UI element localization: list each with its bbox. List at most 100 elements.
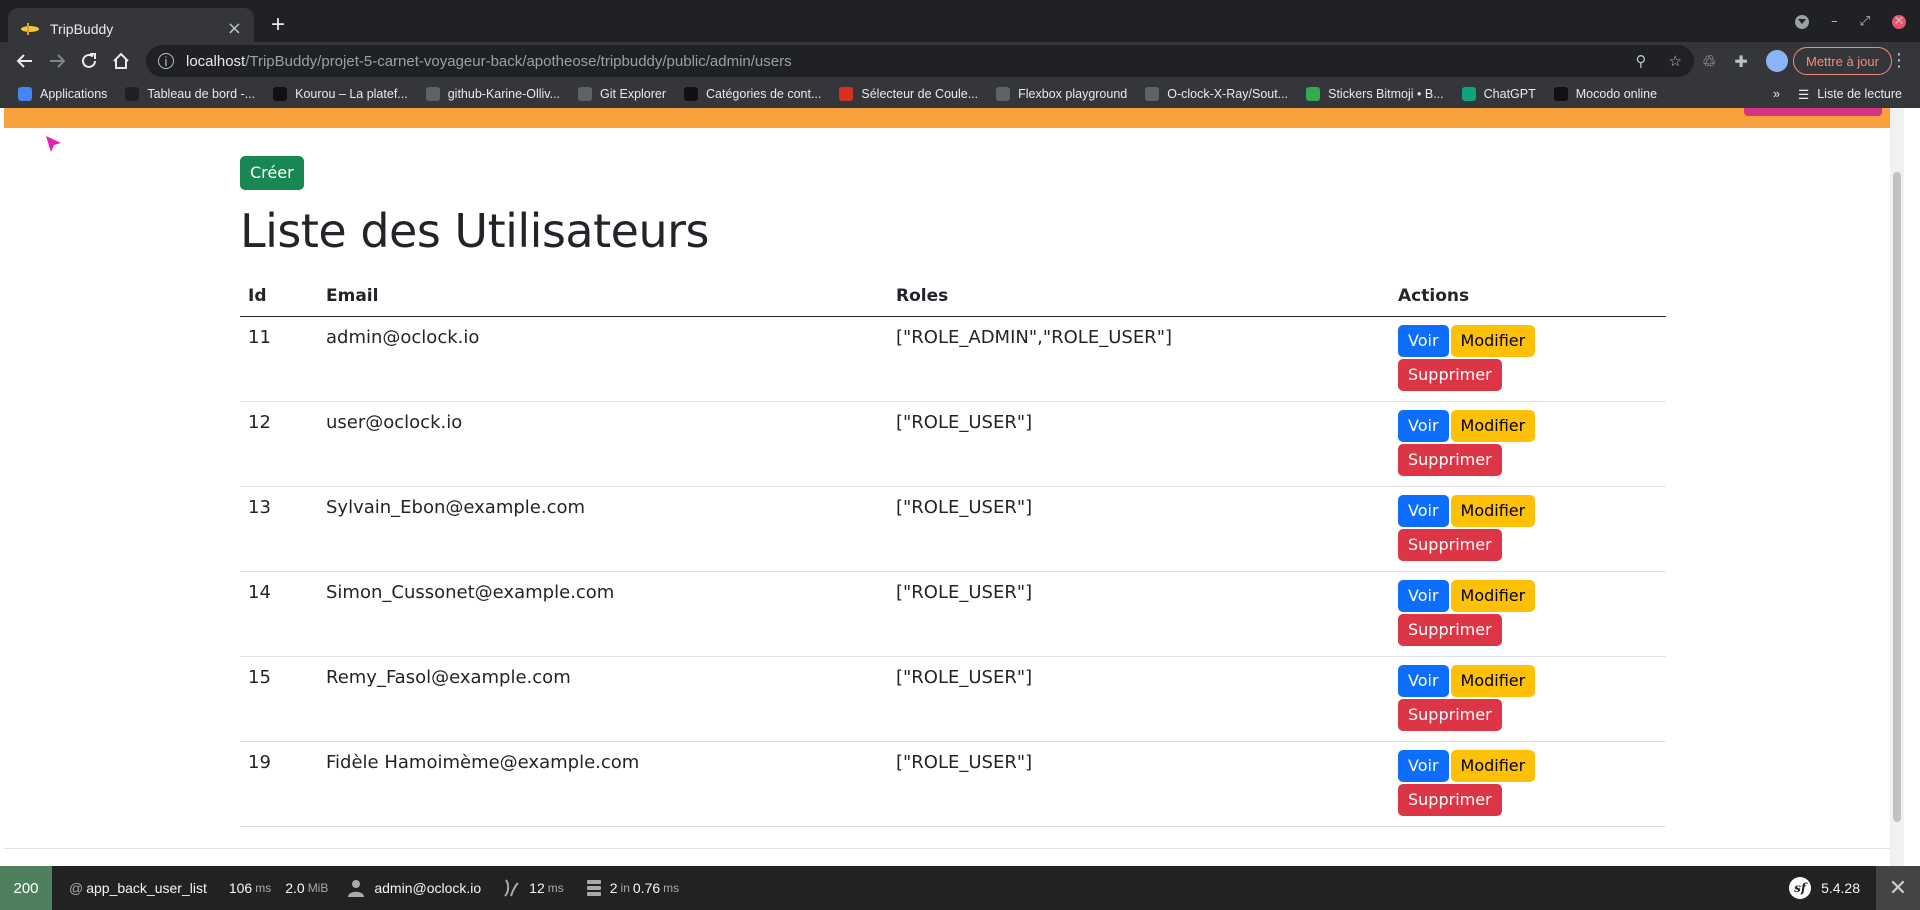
- cell-id: 15: [240, 656, 318, 742]
- reload-icon[interactable]: [78, 50, 100, 72]
- view-button[interactable]: Voir: [1398, 665, 1449, 697]
- forward-icon[interactable]: [46, 50, 68, 72]
- route-prefix: @: [69, 880, 84, 896]
- symfony-debug-toolbar: 200 @ app_back_user_list 106 ms 2.0 MiB …: [0, 866, 1920, 910]
- bookmark-item[interactable]: Git Explorer: [578, 87, 666, 101]
- route-item[interactable]: @ app_back_user_list: [66, 880, 207, 896]
- users-table: Id Email Roles Actions 11 admin@oclock.io…: [240, 286, 1666, 827]
- cell-email: Fidèle Hamoimème@example.com: [318, 741, 888, 827]
- user-icon: [348, 880, 365, 897]
- reading-list-icon: ☰: [1798, 87, 1810, 102]
- view-button[interactable]: Voir: [1398, 580, 1449, 612]
- bookmark-label: Applications: [40, 87, 108, 101]
- toolbar-close-icon[interactable]: ✕: [1876, 866, 1920, 910]
- url-path: /TripBuddy/projet-5-carnet-voyageur-back…: [245, 52, 792, 70]
- browser-menu-icon[interactable]: ⋮: [1890, 50, 1908, 71]
- status-code-badge[interactable]: 200: [0, 866, 52, 910]
- bookmark-item[interactable]: ChatGPT: [1461, 87, 1536, 101]
- recycle-extension-icon[interactable]: ♲: [1702, 52, 1716, 71]
- scrollbar-thumb[interactable]: [1893, 172, 1901, 822]
- chatgpt-icon: [1461, 87, 1476, 101]
- twig-item[interactable]: 12 ms: [503, 878, 564, 898]
- delete-button[interactable]: Supprimer: [1398, 614, 1502, 646]
- edit-button[interactable]: Modifier: [1450, 750, 1536, 782]
- page-scrollbar[interactable]: [1890, 108, 1904, 866]
- dark-circle-icon: [273, 87, 288, 101]
- edit-button[interactable]: Modifier: [1450, 580, 1536, 612]
- site-info-icon[interactable]: i: [158, 53, 174, 69]
- browser-navbar: i localhost/TripBuddy/projet-5-carnet-vo…: [0, 42, 1920, 80]
- bookmark-item[interactable]: Stickers Bitmoji • B...: [1306, 87, 1444, 101]
- delete-button[interactable]: Supprimer: [1398, 529, 1502, 561]
- extensions-area: ♲ ✚: [1702, 50, 1788, 72]
- cell-email: user@oclock.io: [318, 401, 888, 487]
- tab-title: TripBuddy: [50, 21, 114, 37]
- bookmark-label: Mocodo online: [1575, 87, 1658, 101]
- update-button[interactable]: Mettre à jour: [1793, 47, 1892, 75]
- db-time: 0.76: [632, 880, 661, 896]
- tab-search-icon[interactable]: [1795, 14, 1810, 29]
- minimize-icon[interactable]: –: [1831, 14, 1838, 29]
- bookmark-item[interactable]: Kourou – La platef...: [273, 87, 408, 101]
- s-icon: [125, 87, 140, 101]
- bookmark-item[interactable]: Flexbox playground: [996, 87, 1127, 101]
- delete-button[interactable]: Supprimer: [1398, 784, 1502, 816]
- new-tab-button[interactable]: +: [264, 12, 292, 38]
- route-name: app_back_user_list: [86, 880, 207, 896]
- bookmark-label: O-clock-X-Ray/Sout...: [1167, 87, 1289, 101]
- memory-unit: MiB: [307, 881, 329, 895]
- maximize-icon[interactable]: ⤢: [1860, 14, 1870, 29]
- edit-button[interactable]: Modifier: [1450, 325, 1536, 357]
- time-unit: ms: [255, 881, 272, 895]
- edit-button[interactable]: Modifier: [1450, 495, 1536, 527]
- bookmark-item[interactable]: Catégories de cont...: [684, 87, 821, 101]
- page-viewport: Créer Liste des Utilisateurs Id Email Ro…: [4, 108, 1904, 866]
- apps-grid-icon: [18, 87, 32, 101]
- bookmark-star-icon[interactable]: ☆: [1669, 52, 1682, 70]
- cell-id: 12: [240, 401, 318, 487]
- bookmark-item[interactable]: Mocodo online: [1553, 87, 1658, 101]
- bookmark-item[interactable]: github-Karine-Olliv...: [425, 87, 561, 101]
- memory-item[interactable]: 2.0 MiB: [285, 880, 328, 896]
- bookmark-item[interactable]: Applications: [18, 87, 107, 101]
- back-icon[interactable]: [14, 50, 36, 72]
- view-button[interactable]: Voir: [1398, 410, 1449, 442]
- window-close-icon[interactable]: ✕: [1892, 14, 1906, 29]
- edit-button[interactable]: Modifier: [1450, 665, 1536, 697]
- reading-list[interactable]: ☰ Liste de lecture: [1798, 87, 1902, 102]
- table-header-row: Id Email Roles Actions: [240, 286, 1666, 317]
- zoom-icon[interactable]: ⚲: [1636, 52, 1647, 70]
- delete-button[interactable]: Supprimer: [1398, 699, 1502, 731]
- twig-icon: [504, 879, 519, 897]
- db-unit: ms: [663, 881, 680, 895]
- tab-close-icon[interactable]: ×: [227, 20, 242, 38]
- bookmark-item[interactable]: O-clock-X-Ray/Sout...: [1145, 87, 1288, 101]
- create-button[interactable]: Créer: [240, 156, 304, 190]
- user-item[interactable]: admin@oclock.io: [348, 879, 481, 897]
- tripbuddy-favicon-icon: [21, 23, 39, 35]
- cell-roles: ["ROLE_USER"]: [888, 486, 1390, 572]
- cell-actions: Voir Modifier Supprimer: [1390, 401, 1666, 487]
- edit-button[interactable]: Modifier: [1450, 410, 1536, 442]
- cell-actions: Voir Modifier Supprimer: [1390, 741, 1666, 827]
- bookmark-item[interactable]: Sélecteur de Coule...: [839, 87, 978, 101]
- view-button[interactable]: Voir: [1398, 750, 1449, 782]
- view-button[interactable]: Voir: [1398, 495, 1449, 527]
- address-bar[interactable]: i localhost/TripBuddy/projet-5-carnet-vo…: [146, 45, 1694, 77]
- header-button-partial[interactable]: [1744, 108, 1882, 116]
- home-icon[interactable]: [110, 50, 132, 72]
- database-item[interactable]: 2 in 0.76 ms: [586, 879, 679, 897]
- bookmark-label: github-Karine-Olliv...: [447, 87, 561, 101]
- more-bookmarks-icon[interactable]: »: [1773, 87, 1780, 101]
- extensions-puzzle-icon[interactable]: ✚: [1734, 52, 1747, 71]
- bookmark-item[interactable]: Tableau de bord -...: [125, 87, 255, 101]
- reading-list-label: Liste de lecture: [1817, 87, 1902, 101]
- symfony-version[interactable]: sf 5.4.28: [1789, 877, 1860, 899]
- time-item[interactable]: 106 ms: [229, 880, 271, 896]
- profile-avatar[interactable]: [1765, 50, 1788, 72]
- cell-roles: ["ROLE_USER"]: [888, 401, 1390, 487]
- delete-button[interactable]: Supprimer: [1398, 359, 1502, 391]
- view-button[interactable]: Voir: [1398, 325, 1449, 357]
- site-header-bar: [4, 108, 1904, 128]
- delete-button[interactable]: Supprimer: [1398, 444, 1502, 476]
